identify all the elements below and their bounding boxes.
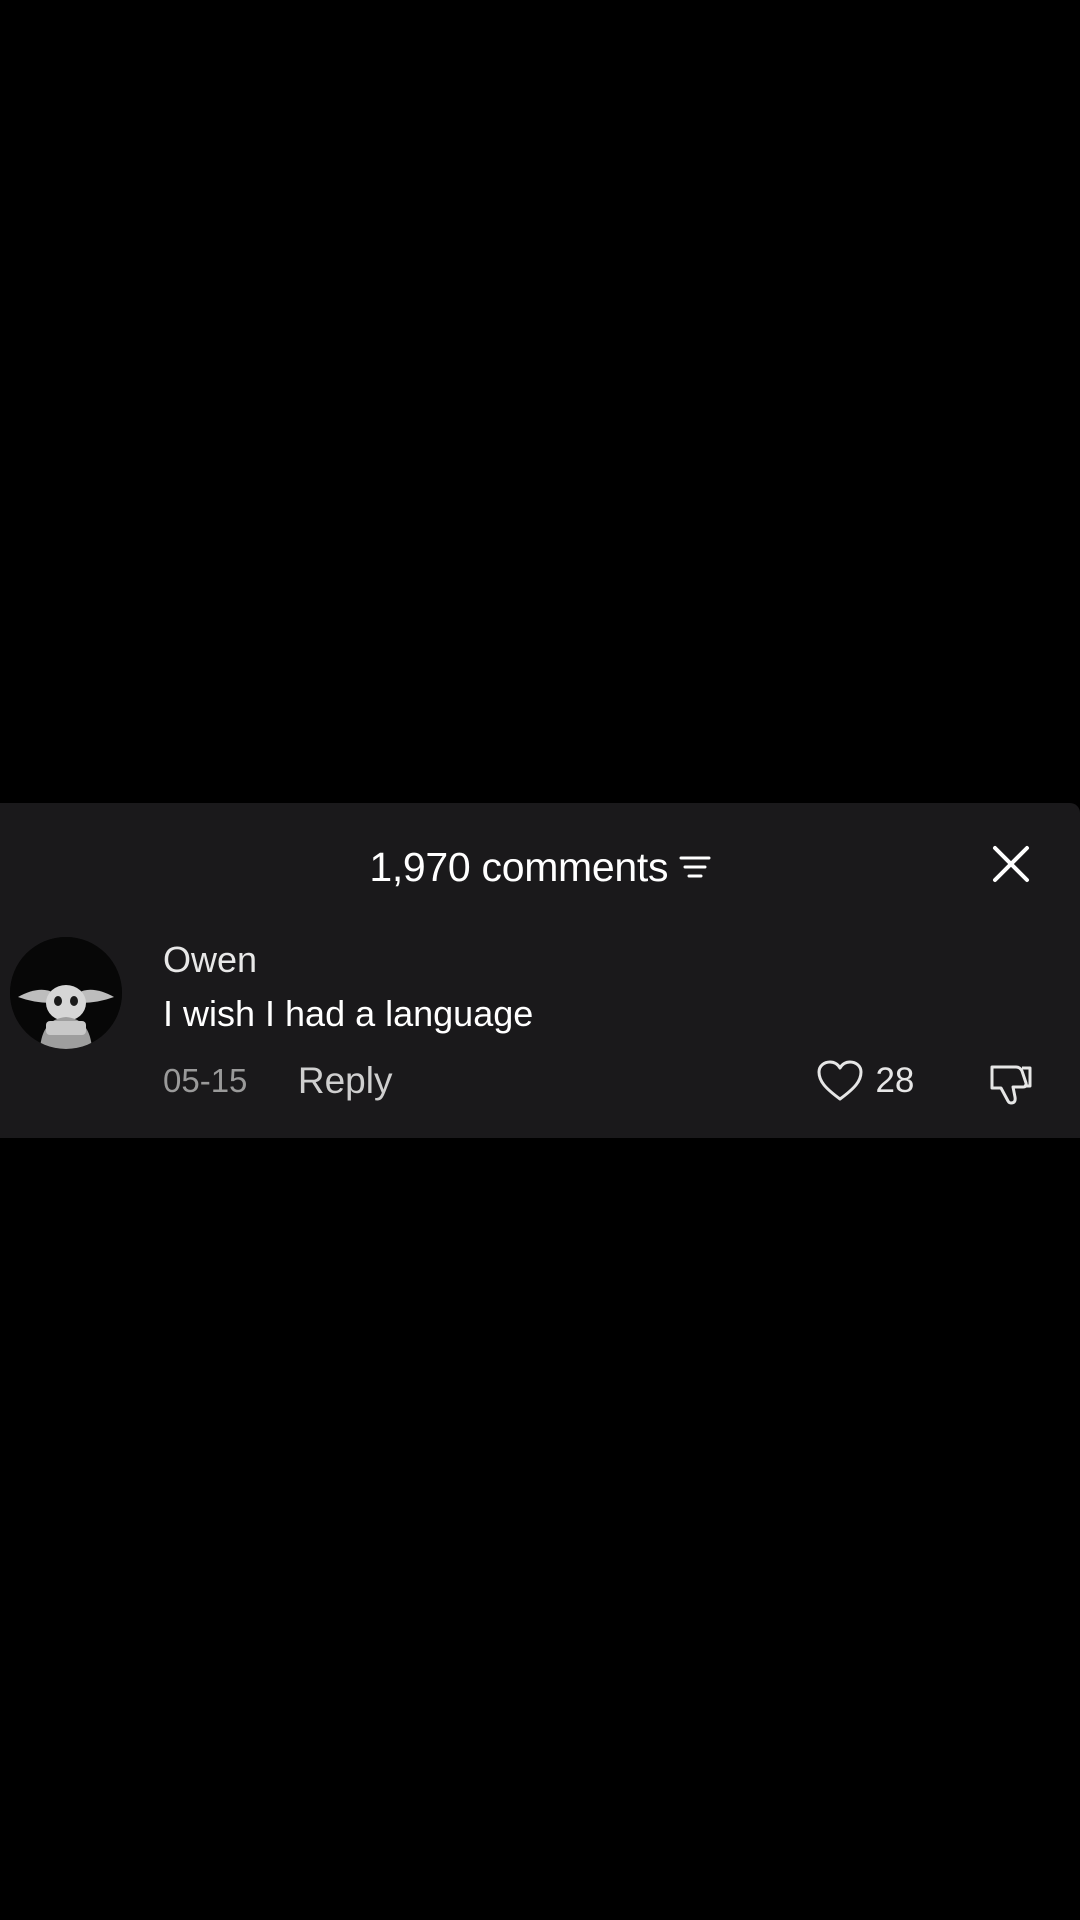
comments-header: 1,970 comments	[0, 803, 1080, 923]
comment-date: 05-15	[163, 1062, 248, 1099]
close-icon[interactable]	[988, 841, 1034, 887]
like-button[interactable]: 28	[815, 1057, 914, 1105]
comment-meta: 05-15 Reply	[163, 1057, 392, 1105]
comments-count-title: 1,970 comments	[369, 844, 669, 890]
comment-item: Owen I wish I had a language 05-15 Reply…	[0, 923, 1080, 1123]
filter-icon[interactable]	[679, 853, 711, 881]
comment-username[interactable]: Owen	[163, 937, 257, 983]
screen: 1,970 comments Owen I wish I had a langu…	[0, 0, 1080, 1920]
avatar[interactable]	[10, 937, 122, 1049]
dislike-icon[interactable]	[986, 1057, 1036, 1107]
heart-icon[interactable]	[815, 1058, 865, 1104]
comment-text: I wish I had a language	[163, 993, 534, 1034]
reply-button[interactable]: Reply	[298, 1057, 393, 1105]
comments-panel: 1,970 comments Owen I wish I had a langu…	[0, 803, 1080, 1138]
avatar-image	[10, 937, 122, 1049]
title-wrap: 1,970 comments	[0, 839, 1080, 895]
like-count: 28	[875, 1061, 915, 1100]
